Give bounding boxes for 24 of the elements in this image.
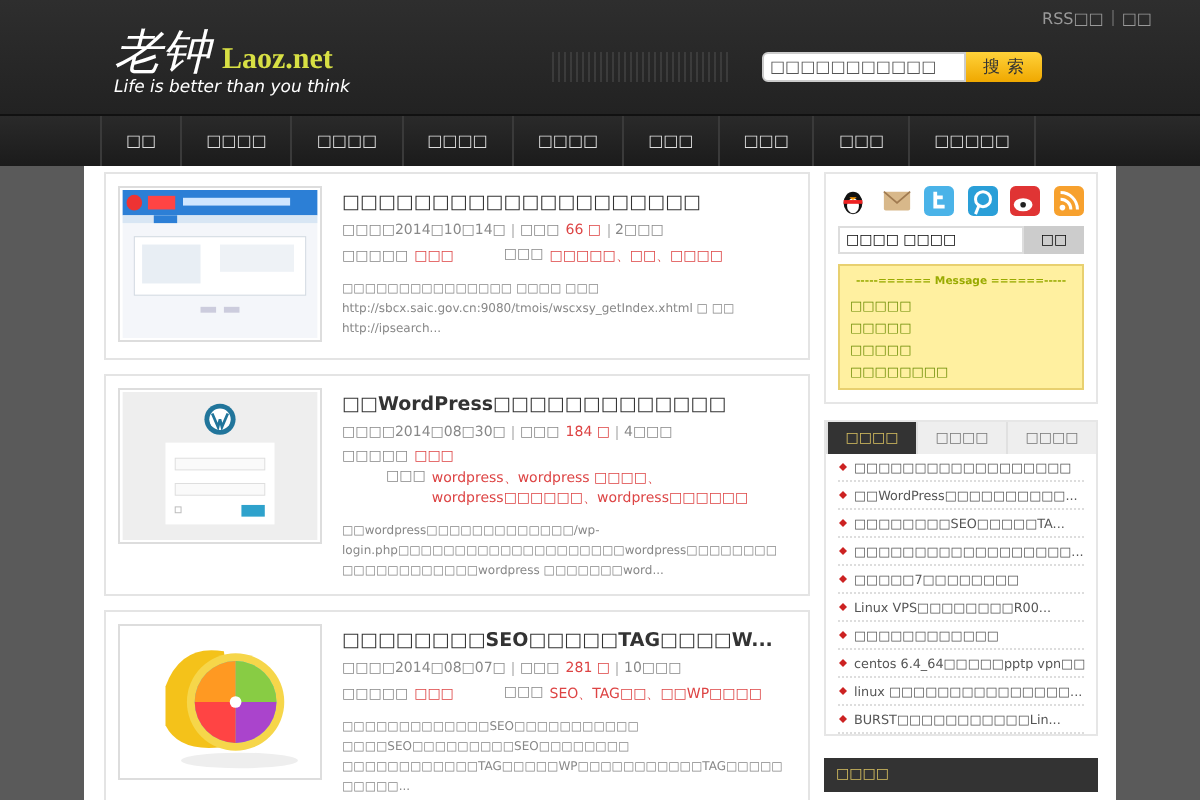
bullet-icon (838, 546, 848, 556)
penguin-icon[interactable] (838, 186, 868, 216)
bullet-icon (838, 630, 848, 640)
search-field[interactable]: □□□□□□□□□□□ (762, 52, 966, 82)
mail-icon[interactable] (881, 186, 912, 216)
post-title[interactable]: □□□□□□□□SEO□□□□□TAG□□□□W... (342, 630, 786, 652)
bullet-icon (838, 490, 848, 500)
bullet-icon (838, 518, 848, 528)
search-button[interactable]: 搜 索 (966, 52, 1042, 82)
top-link[interactable]: RSS□□ (1042, 10, 1104, 28)
post-title[interactable]: □□WordPress□□□□□□□□□□□□□ (342, 394, 786, 416)
top-link[interactable]: □□ (1121, 10, 1152, 28)
bullet-icon (838, 686, 848, 696)
rss-icon[interactable] (1053, 186, 1084, 216)
tagline: Life is better than you think (114, 78, 350, 98)
logo-domain: Laoz.net (222, 42, 333, 79)
bullet-icon (838, 602, 848, 612)
logo-title[interactable]: 老钟 (114, 24, 210, 80)
bullet-icon (838, 658, 848, 668)
bullet-icon (838, 574, 848, 584)
bullet-icon (838, 462, 848, 472)
post-title[interactable]: □□□□□□□□□□□□□□□□□□□□ (342, 192, 786, 214)
bullet-icon (838, 714, 848, 724)
twitter-icon[interactable] (924, 186, 955, 216)
